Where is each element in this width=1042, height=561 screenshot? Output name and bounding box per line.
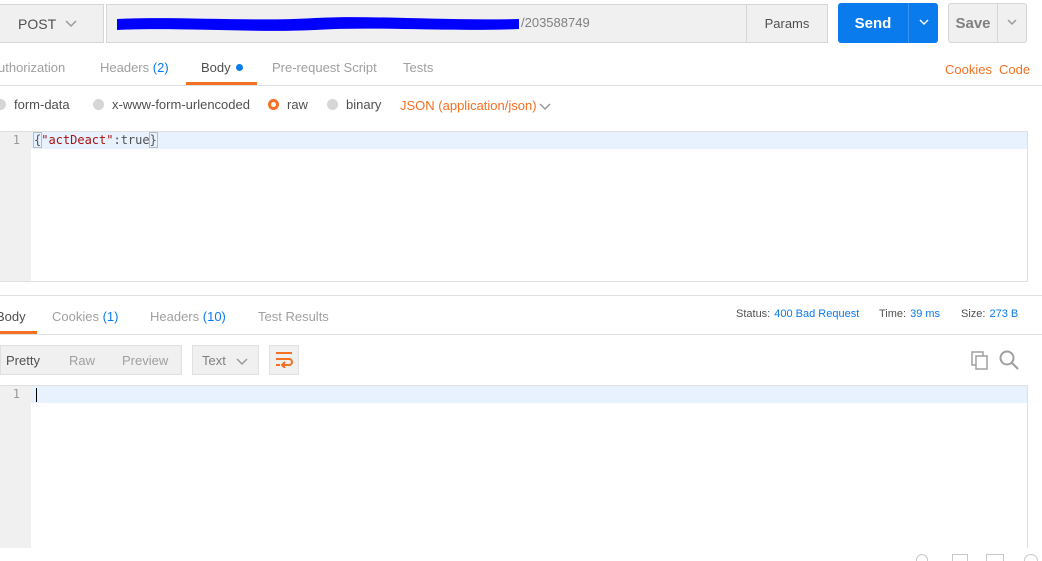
active-line-highlight <box>31 132 1027 149</box>
cookies-link[interactable]: Cookies <box>945 62 992 77</box>
tab-response-cookies-label: Cookies <box>52 309 99 324</box>
chevron-down-icon <box>235 354 249 371</box>
format-label: Text <box>202 352 226 368</box>
response-tabs: Body Cookies (1) Headers (10) Test Resul… <box>0 295 1042 335</box>
text-cursor <box>36 388 37 402</box>
line-gutter: 1 <box>0 386 31 548</box>
code-key: "actDeact" <box>41 133 114 147</box>
wrap-lines-icon <box>274 350 294 371</box>
time-value: 39 ms <box>910 308 941 320</box>
status-label: Status: <box>736 308 771 320</box>
line-number: 1 <box>12 133 20 147</box>
active-tab-indicator <box>186 82 257 85</box>
tab-response-headers[interactable]: Headers (10) <box>150 299 226 334</box>
tab-authorization[interactable]: uthorization <box>0 50 65 85</box>
url-redaction <box>117 17 519 31</box>
request-bar: POST /203588749 Params Send Save <box>0 0 1042 50</box>
radio-off-icon <box>327 99 338 110</box>
copy-icon[interactable] <box>970 350 990 370</box>
active-response-tab-indicator <box>0 331 37 334</box>
radio-raw[interactable]: raw <box>268 97 308 112</box>
search-icon[interactable] <box>999 350 1019 370</box>
tab-response-body[interactable]: Body <box>0 299 26 334</box>
chevron-down-icon[interactable] <box>538 99 552 116</box>
radio-off-icon <box>93 99 104 110</box>
view-pretty-button[interactable]: Pretty <box>6 353 40 368</box>
url-visible-text: /203588749 <box>521 15 590 30</box>
send-dropdown-button[interactable] <box>908 3 938 43</box>
size-value: 273 B <box>989 308 1019 320</box>
tab-tests[interactable]: Tests <box>403 50 433 85</box>
time-label: Time: <box>879 308 907 320</box>
wrap-lines-button[interactable] <box>269 345 299 375</box>
view-mode-segmented: Pretty Raw Preview <box>0 345 182 375</box>
params-button[interactable]: Params <box>746 4 828 43</box>
line-number: 1 <box>12 387 20 401</box>
method-select[interactable]: POST <box>0 4 104 43</box>
tab-response-cookies-count: (1) <box>102 309 119 324</box>
send-button[interactable]: Send <box>838 3 908 43</box>
save-dropdown-button[interactable] <box>998 3 1027 43</box>
format-select[interactable]: Text <box>192 345 259 375</box>
code-line: {"actDeact":true} <box>32 132 158 149</box>
line-gutter: 1 <box>0 132 31 281</box>
request-body-editor[interactable]: 1 {"actDeact":true} <box>0 131 1028 282</box>
code-value: :true <box>113 133 150 147</box>
tab-headers[interactable]: Headers (2) <box>100 50 169 85</box>
method-label: POST <box>18 15 57 32</box>
tab-response-headers-label: Headers <box>150 309 200 324</box>
code-link[interactable]: Code <box>999 62 1030 77</box>
radio-binary[interactable]: binary <box>327 97 381 112</box>
tab-headers-count: (2) <box>152 60 169 75</box>
tab-headers-label: Headers <box>100 60 150 75</box>
radio-binary-label: binary <box>346 97 382 112</box>
tab-response-cookies[interactable]: Cookies (1) <box>52 299 118 334</box>
tab-test-results[interactable]: Test Results <box>258 299 329 334</box>
status-value: 400 Bad Request <box>774 308 860 320</box>
radio-off-icon <box>0 99 6 110</box>
radio-form-data[interactable]: form-data <box>0 97 70 112</box>
response-size: Size: 273 B <box>961 308 1018 320</box>
response-status: Status: 400 Bad Request <box>736 308 859 320</box>
chevron-down-icon <box>64 16 78 33</box>
radio-on-icon <box>268 99 279 110</box>
status-bar-icon[interactable] <box>1024 554 1038 561</box>
modified-dot-icon <box>235 64 243 71</box>
code-brace-close: } <box>148 132 158 148</box>
tab-response-headers-count: (10) <box>202 309 226 324</box>
size-label: Size: <box>961 308 986 320</box>
chevron-down-icon <box>918 16 930 31</box>
url-input[interactable]: /203588749 <box>106 4 746 43</box>
content-type-select[interactable]: JSON (application/json) <box>400 98 537 113</box>
request-tabs: uthorization Headers (2) Body Pre-reques… <box>0 50 1042 86</box>
status-bar-icon[interactable] <box>916 554 928 561</box>
save-button[interactable]: Save <box>948 3 998 43</box>
chevron-down-icon <box>1006 16 1018 31</box>
response-body-editor[interactable]: 1 <box>0 385 1028 548</box>
body-type-options: form-data x-www-form-urlencoded raw bina… <box>0 86 1042 124</box>
response-time: Time: 39 ms <box>879 308 940 320</box>
status-bar-icon[interactable] <box>952 554 968 561</box>
radio-urlencoded-label: x-www-form-urlencoded <box>112 97 250 112</box>
status-bar-icon[interactable] <box>986 554 1004 561</box>
tab-prerequest-script[interactable]: Pre-request Script <box>272 50 377 85</box>
view-raw-button[interactable]: Raw <box>69 353 95 368</box>
tab-body[interactable]: Body <box>201 50 243 85</box>
view-preview-button[interactable]: Preview <box>122 353 168 368</box>
radio-raw-label: raw <box>287 97 308 112</box>
tab-body-label: Body <box>201 60 231 75</box>
radio-urlencoded[interactable]: x-www-form-urlencoded <box>93 97 250 112</box>
active-line-highlight <box>31 386 1027 403</box>
radio-form-data-label: form-data <box>14 97 70 112</box>
status-bar <box>0 548 1042 561</box>
